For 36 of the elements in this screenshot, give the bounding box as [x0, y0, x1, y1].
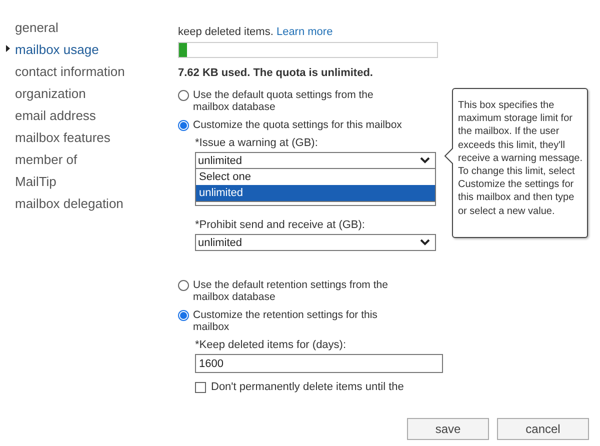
prohibit-select[interactable]: unlimited — [195, 234, 436, 251]
sidebar-item[interactable]: MailTip — [0, 170, 178, 192]
radio-label[interactable]: Use the default retention settings from the mailbox database — [193, 279, 405, 303]
sidebar-item[interactable]: contact information — [0, 60, 178, 82]
radio-button[interactable] — [178, 90, 189, 101]
save-button[interactable]: save — [407, 418, 489, 440]
sidebar-item[interactable]: mailbox delegation — [0, 192, 178, 214]
tooltip-pointer-icon — [444, 148, 453, 164]
radio-label[interactable]: Customize the quota settings for this mailbox — [193, 119, 405, 131]
cancel-button[interactable]: cancel — [497, 418, 589, 440]
field-label: *Issue a warning at (GB): — [195, 137, 319, 149]
sidebar-item[interactable]: member of — [0, 148, 178, 170]
usage-summary: 7.62 KB used. The quota is unlimited. — [178, 67, 374, 79]
warning-select[interactable]: unlimited — [195, 152, 436, 169]
chevron-down-icon — [420, 157, 430, 164]
sidebar-item[interactable]: mailbox features — [0, 126, 178, 148]
sidebar-item[interactable]: general — [0, 16, 178, 38]
radio-label[interactable]: Customize the retention settings for this mailbox — [193, 309, 405, 333]
triangle-icon — [6, 45, 10, 52]
sidebar-item[interactable]: mailbox usage — [0, 38, 178, 60]
field-label: *Keep deleted items for (days): — [195, 339, 348, 351]
chevron-down-icon — [420, 239, 430, 246]
usage-text: keep deleted items. — [178, 26, 274, 38]
radio-label[interactable]: Use the default quota settings from the mailbox database — [193, 89, 405, 113]
dropdown-option[interactable]: unlimited — [196, 185, 435, 201]
sidebar-item[interactable]: organization — [0, 82, 178, 104]
learn-more-link[interactable]: Learn more — [276, 26, 333, 38]
radio-button[interactable] — [178, 280, 189, 291]
radio-button[interactable] — [178, 310, 189, 321]
radio-button[interactable] — [178, 120, 189, 131]
checkbox-option[interactable]: Don't permanently delete items until the — [195, 381, 438, 393]
field-label: *Prohibit send and receive at (GB): — [195, 219, 366, 231]
dropdown-option[interactable]: Select one — [196, 169, 435, 185]
tooltip: This box specifies the maximum storage limit for the mailbox. If the user exceeds this limit, they'll receive a warning message. To change this limit, select Customize the settings for this mailbox and then type or select a new value. — [444, 88, 588, 238]
sidebar-item[interactable]: email address — [0, 104, 178, 126]
days-input[interactable]: 1600 — [195, 354, 443, 373]
